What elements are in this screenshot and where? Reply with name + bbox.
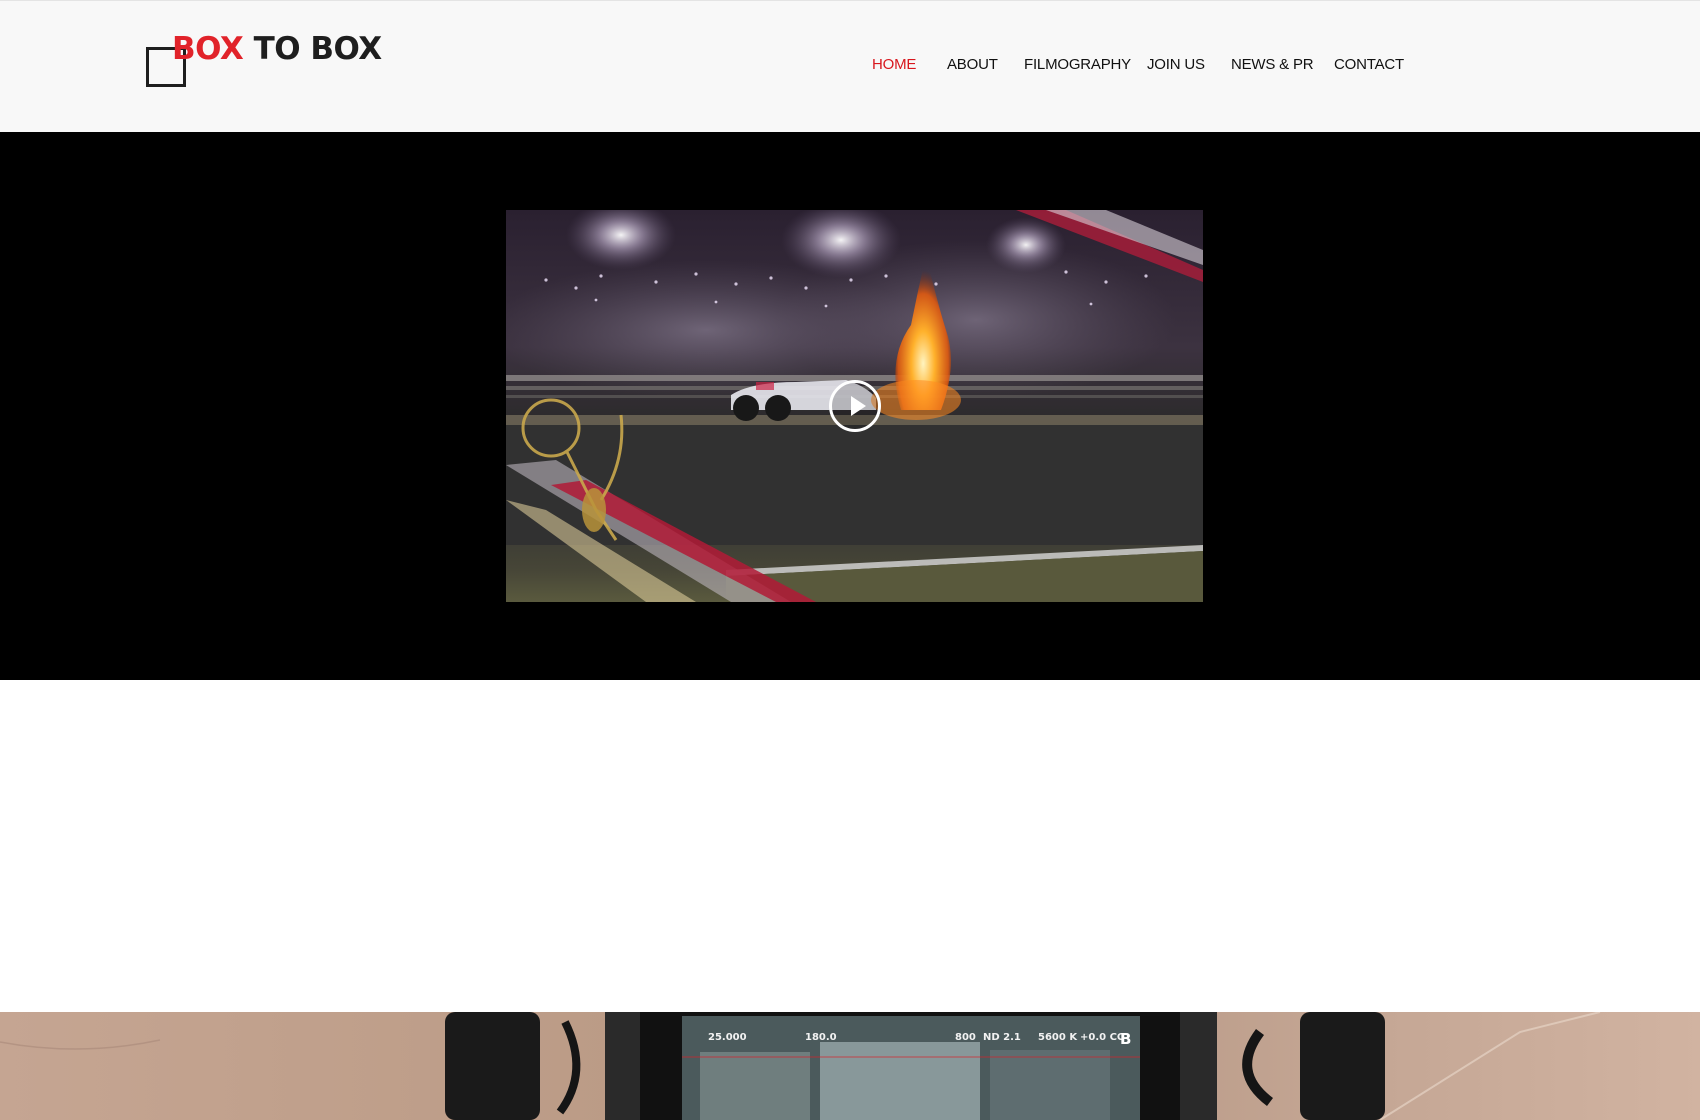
nav-item-contact[interactable]: CONTACT — [1334, 51, 1404, 79]
video-section — [0, 132, 1700, 680]
brand-name: BOX TO BOX — [172, 31, 382, 67]
monitor-fps: 25.000 — [708, 1032, 747, 1043]
camera-monitor-image: 25.000 180.0 800 ND 2.1 5600 K +0.0 CC B — [0, 1012, 1700, 1120]
brand-name-red: BOX — [172, 31, 244, 67]
monitor-illustration — [0, 1012, 1601, 1120]
brand-logo[interactable]: BOX TO BOX — [144, 31, 384, 95]
nav-item-news-pr[interactable]: NEWS & PR — [1231, 51, 1314, 79]
site-header: BOX TO BOX HOME ABOUT FILMOGRAPHY JOIN U… — [0, 0, 1700, 132]
brand-name-dark: TO BOX — [243, 31, 383, 67]
monitor-iso: 800 — [955, 1032, 976, 1043]
nav-item-about[interactable]: ABOUT — [947, 51, 998, 79]
nav-item-join-us[interactable]: JOIN US — [1147, 51, 1205, 79]
play-icon — [851, 396, 866, 416]
monitor-nd: ND 2.1 — [983, 1032, 1021, 1043]
play-button[interactable] — [829, 380, 881, 432]
monitor-wb: 5600 K — [1038, 1032, 1078, 1043]
nav-item-home[interactable]: HOME — [872, 51, 916, 79]
monitor-cc: +0.0 CC — [1080, 1032, 1125, 1043]
monitor-shutter: 180.0 — [805, 1032, 837, 1043]
monitor-camera-letter: B — [1120, 1030, 1132, 1048]
video-player[interactable] — [506, 210, 1203, 602]
nav-item-filmography[interactable]: FILMOGRAPHY — [1024, 51, 1131, 79]
